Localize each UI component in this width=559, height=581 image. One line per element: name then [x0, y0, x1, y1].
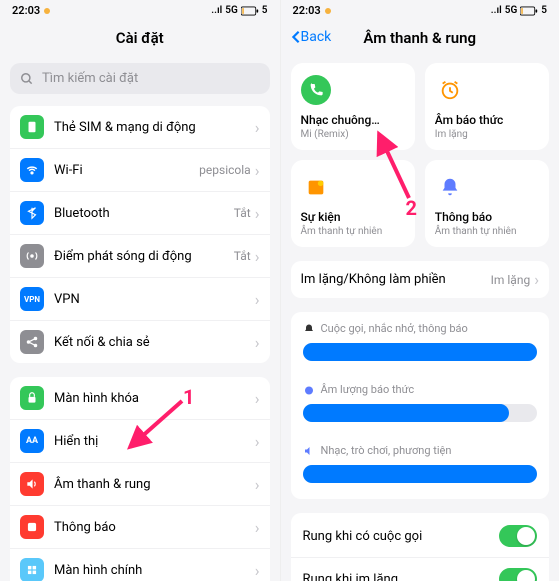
- bell-icon: [435, 172, 465, 202]
- vpn-icon: VPN: [20, 287, 44, 311]
- row-bluetooth[interactable]: BluetoothTắt›: [10, 192, 270, 235]
- row-vibrate-call: Rung khi có cuộc gọi: [291, 515, 550, 558]
- chevron-right-icon: ›: [255, 333, 260, 352]
- sound-cards-row-2: Sự kiệnÂm thanh tự nhiên Thông báoÂm tha…: [291, 160, 550, 247]
- card-notification-sound[interactable]: Thông báoÂm thanh tự nhiên: [425, 160, 549, 247]
- slider-alarm: Âm lượng báo thức: [291, 375, 550, 436]
- chevron-right-icon: ›: [255, 432, 260, 451]
- page-title: Back Âm thanh & rung: [281, 21, 559, 57]
- status-bar: 22:03 ..ıl 5G 5: [0, 0, 280, 21]
- row-lockscreen[interactable]: Màn hình khóa›: [10, 377, 270, 420]
- row-vpn[interactable]: VPNVPN›: [10, 278, 270, 321]
- card-alarm[interactable]: Âm báo thứcIm lặng: [425, 63, 549, 150]
- row-sim[interactable]: Thẻ SIM & mạng di động›: [10, 106, 270, 149]
- chevron-right-icon: ›: [255, 561, 260, 580]
- sound-icon: [20, 472, 44, 496]
- back-button[interactable]: Back: [291, 29, 332, 45]
- slider-track[interactable]: [303, 465, 538, 483]
- sound-screen: 22:03 ..ıl 5G 5 Back Âm thanh & rung Nhạ…: [280, 0, 559, 581]
- share-icon: [20, 330, 44, 354]
- chevron-left-icon: [291, 30, 301, 44]
- phone-icon: [301, 75, 331, 105]
- row-display[interactable]: AAHiển thị›: [10, 420, 270, 463]
- row-notifications[interactable]: Thông báo›: [10, 506, 270, 549]
- settings-group-display: Màn hình khóa› AAHiển thị› Âm thanh & ru…: [10, 377, 270, 581]
- sim-icon: [20, 115, 44, 139]
- calendar-icon: [301, 172, 331, 202]
- toggle-vibrate-silent[interactable]: [499, 568, 537, 581]
- search-icon: [20, 72, 34, 86]
- chevron-right-icon: ›: [255, 161, 260, 180]
- status-time: 22:03: [293, 4, 321, 17]
- slider-track[interactable]: [303, 404, 538, 422]
- status-right: ..ıl 5G 5: [211, 5, 267, 16]
- chevron-right-icon: ›: [534, 270, 539, 289]
- row-vibrate-silent: Rung khi im lặng: [291, 558, 550, 581]
- chevron-right-icon: ›: [255, 247, 260, 266]
- slider-ringtone: Cuộc gọi, nhắc nhở, thông báo: [291, 314, 550, 375]
- notification-icon: [20, 515, 44, 539]
- home-icon: [20, 558, 44, 581]
- vibrate-section: Rung khi có cuộc gọi Rung khi im lặng: [291, 513, 550, 581]
- settings-group-connectivity: Thẻ SIM & mạng di động› Wi-Fipepsicola› …: [10, 106, 270, 363]
- row-wifi[interactable]: Wi-Fipepsicola›: [10, 149, 270, 192]
- chevron-right-icon: ›: [255, 389, 260, 408]
- search-input[interactable]: Tìm kiếm cài đặt: [10, 63, 270, 94]
- chevron-right-icon: ›: [255, 475, 260, 494]
- speaker-small-icon: [303, 445, 315, 457]
- chevron-right-icon: ›: [255, 290, 260, 309]
- status-right: ..ıl 5G 5: [491, 5, 547, 16]
- slider-track[interactable]: [303, 343, 538, 361]
- row-sound[interactable]: Âm thanh & rung›: [10, 463, 270, 506]
- alarm-icon: [435, 75, 465, 105]
- alarm-small-icon: [303, 384, 315, 396]
- wifi-icon: [20, 158, 44, 182]
- chevron-right-icon: ›: [255, 204, 260, 223]
- status-time: 22:03: [12, 4, 40, 17]
- row-homescreen[interactable]: Màn hình chính›: [10, 549, 270, 581]
- hotspot-icon: [20, 244, 44, 268]
- display-icon: AA: [20, 429, 44, 453]
- settings-screen: 22:03 ..ıl 5G 5 Cài đặt Tìm kiếm cài đặt…: [0, 0, 280, 581]
- lock-icon: [20, 386, 44, 410]
- toggle-vibrate-call[interactable]: [499, 525, 537, 547]
- page-title: Cài đặt: [0, 21, 280, 57]
- chevron-right-icon: ›: [255, 118, 260, 137]
- row-share[interactable]: Kết nối & chia sẻ›: [10, 321, 270, 363]
- bluetooth-icon: [20, 201, 44, 225]
- status-bar: 22:03 ..ıl 5G 5: [281, 0, 559, 21]
- silent-group: Im lặng/Không làm phiềnIm lặng›: [291, 261, 550, 298]
- row-silent[interactable]: Im lặng/Không làm phiềnIm lặng›: [291, 261, 550, 298]
- slider-media: Nhạc, trò chơi, phương tiện: [291, 436, 550, 497]
- sound-cards-row-1: Nhạc chuông…Mi (Remix) Âm báo thứcIm lặn…: [291, 63, 550, 150]
- chevron-right-icon: ›: [255, 518, 260, 537]
- volume-section: Cuộc gọi, nhắc nhở, thông báo Âm lượng b…: [291, 312, 550, 499]
- card-events[interactable]: Sự kiệnÂm thanh tự nhiên: [291, 160, 415, 247]
- card-ringtone[interactable]: Nhạc chuông…Mi (Remix): [291, 63, 415, 150]
- bell-small-icon: [303, 323, 315, 335]
- row-hotspot[interactable]: Điểm phát sóng di độngTắt›: [10, 235, 270, 278]
- search-placeholder: Tìm kiếm cài đặt: [42, 71, 138, 86]
